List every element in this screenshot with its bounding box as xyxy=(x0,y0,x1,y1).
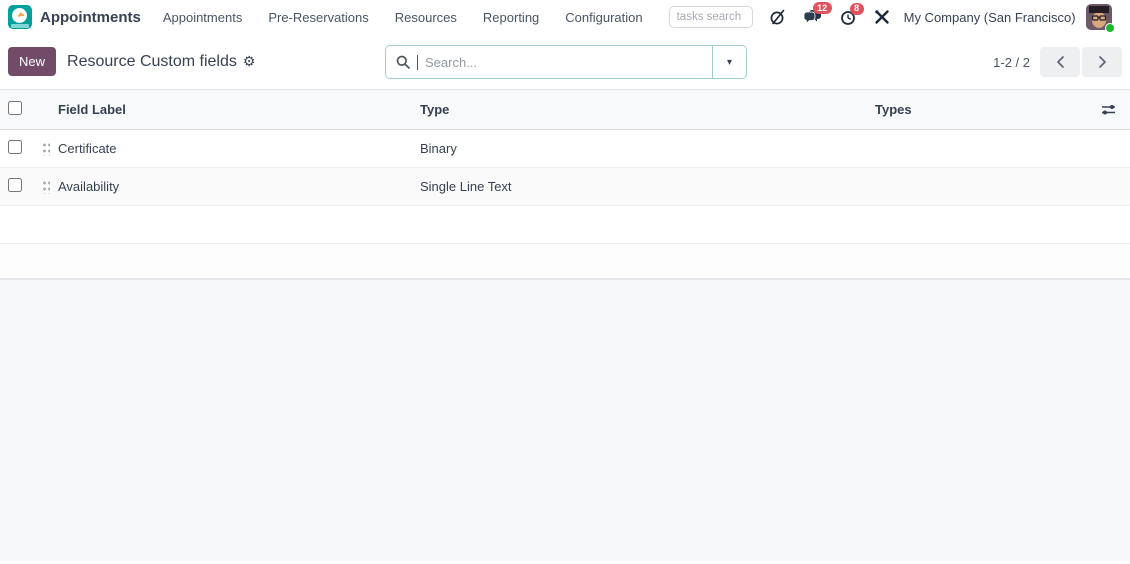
row-checkbox[interactable] xyxy=(8,178,22,192)
pager-next-button[interactable] xyxy=(1082,47,1122,77)
cell-type[interactable]: Binary xyxy=(420,141,875,156)
list-header-row: Field Label Type Types xyxy=(0,90,1130,130)
presence-status-icon[interactable] xyxy=(769,8,786,26)
column-header-field-label[interactable]: Field Label xyxy=(58,102,420,117)
search-options-toggle[interactable]: ▾ xyxy=(712,46,746,78)
activities-badge: 8 xyxy=(849,2,864,15)
table-row[interactable]: Availability Single Line Text xyxy=(0,168,1130,206)
select-all-checkbox-cell xyxy=(0,101,30,118)
page-background xyxy=(0,280,1130,561)
activities-menu[interactable]: 8 xyxy=(840,2,864,26)
search-bar[interactable]: Search... ▾ xyxy=(385,45,747,79)
menu-resources[interactable]: Resources xyxy=(395,10,457,25)
cell-type[interactable]: Single Line Text xyxy=(420,179,875,194)
list-bottom-band xyxy=(0,244,1130,280)
tools-menu[interactable] xyxy=(874,9,890,25)
text-cursor xyxy=(417,54,418,70)
control-panel: New Resource Custom fields ⚙ Search... ▾… xyxy=(0,34,1130,90)
optional-columns-button[interactable] xyxy=(1101,103,1116,116)
online-status-dot xyxy=(1104,23,1115,33)
systray: 12 8 xyxy=(769,2,890,26)
table-row[interactable]: Certificate Binary xyxy=(0,130,1130,168)
pager-previous-button[interactable] xyxy=(1040,47,1080,77)
top-navbar: Appointments Appointments Pre-Reservatio… xyxy=(0,0,1130,34)
messages-menu[interactable]: 12 xyxy=(803,2,832,26)
menu-configuration[interactable]: Configuration xyxy=(565,10,642,25)
appointments-app-icon[interactable] xyxy=(8,5,32,29)
tasks-search-input[interactable] xyxy=(668,6,753,28)
page-title: Resource Custom fields xyxy=(67,52,237,70)
menu-reporting[interactable]: Reporting xyxy=(483,10,539,25)
action-gear-icon[interactable]: ⚙ xyxy=(243,53,256,70)
pager: 1-2 / 2 xyxy=(993,47,1122,77)
user-menu[interactable] xyxy=(1085,4,1115,33)
company-switcher[interactable]: My Company (San Francisco) xyxy=(904,10,1076,25)
messages-badge: 12 xyxy=(812,2,832,14)
pager-value: 1-2 / 2 xyxy=(993,54,1030,70)
column-header-types[interactable]: Types xyxy=(875,102,1086,117)
search-placeholder: Search... xyxy=(425,54,478,70)
cell-field-label[interactable]: Certificate xyxy=(58,141,420,156)
circle-slash-icon xyxy=(770,9,784,25)
search-input[interactable]: Search... xyxy=(386,54,712,70)
empty-list-band xyxy=(0,206,1130,244)
crossed-tools-icon xyxy=(874,10,889,24)
new-button[interactable]: New xyxy=(8,47,57,76)
drag-handle-icon[interactable] xyxy=(42,141,50,156)
row-checkbox[interactable] xyxy=(8,140,22,154)
chevron-right-icon xyxy=(1098,56,1106,68)
chevron-left-icon xyxy=(1056,56,1064,68)
sliders-icon xyxy=(1101,105,1115,115)
main-menu: Appointments Pre-Reservations Resources … xyxy=(163,10,643,25)
menu-pre-reservations[interactable]: Pre-Reservations xyxy=(268,10,368,25)
row-checkbox-cell xyxy=(0,178,30,195)
drag-handle-icon[interactable] xyxy=(42,179,50,194)
chevron-down-icon: ▾ xyxy=(726,56,733,68)
column-header-type[interactable]: Type xyxy=(420,102,875,117)
app-name[interactable]: Appointments xyxy=(40,9,141,26)
select-all-checkbox[interactable] xyxy=(8,101,22,115)
menu-appointments[interactable]: Appointments xyxy=(163,10,243,25)
search-icon xyxy=(396,55,410,69)
row-checkbox-cell xyxy=(0,140,30,157)
cell-field-label[interactable]: Availability xyxy=(58,179,420,194)
